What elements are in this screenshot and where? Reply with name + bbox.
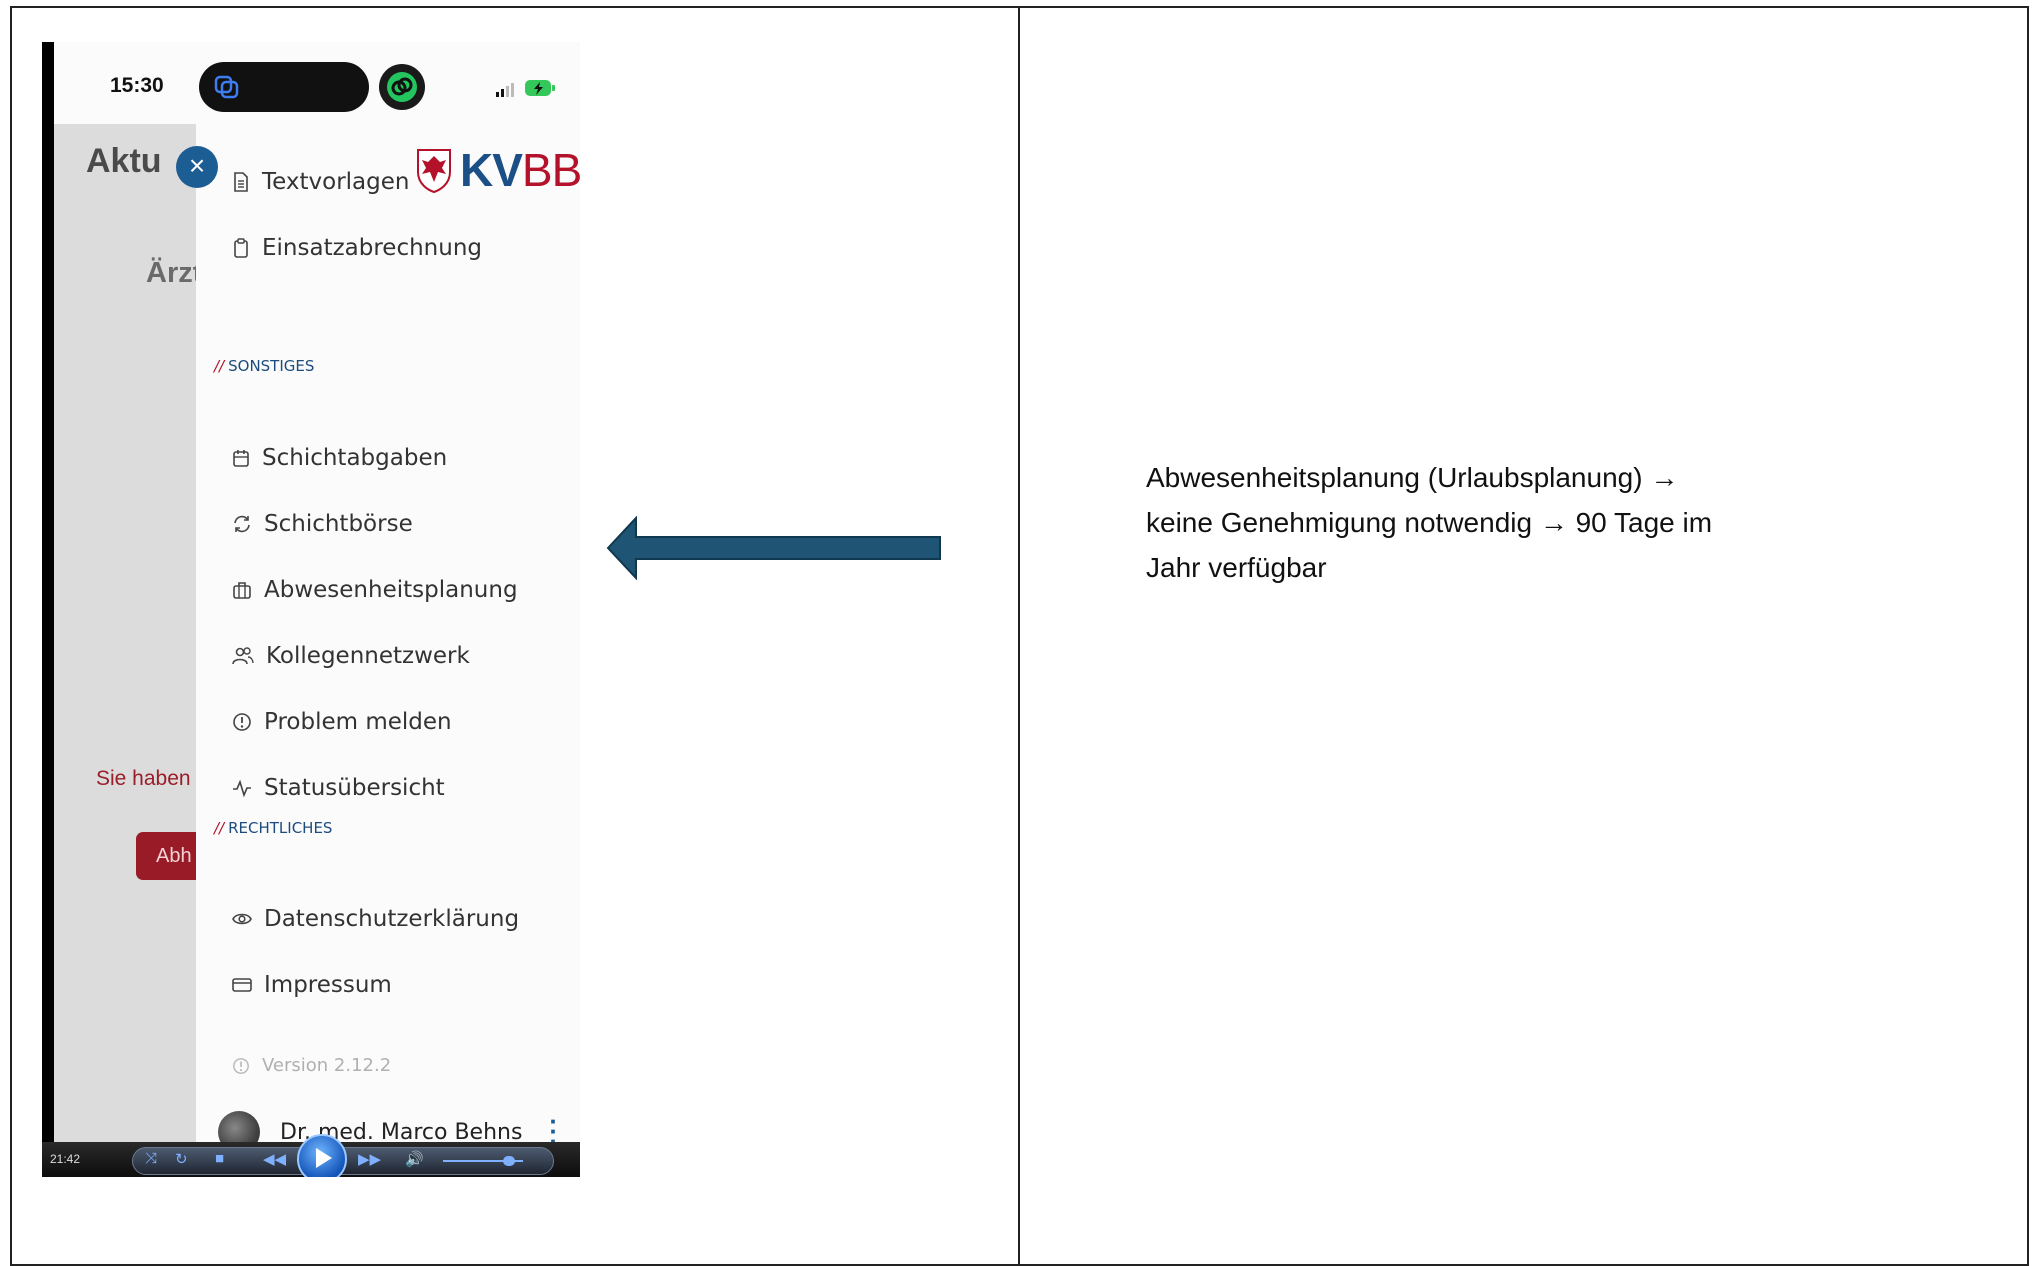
briefcase-icon [233,582,251,599]
shuffle-icon[interactable]: ⤨ [145,1150,157,1167]
close-icon: × [188,150,206,181]
close-drawer-button[interactable]: × [176,146,218,188]
refresh-icon [234,515,250,533]
left-arrow-annotation [606,516,941,580]
menu-item-label: Statusübersicht [264,775,445,801]
menu-item-kollegennetzwerk[interactable]: Kollegennetzwerk [232,636,470,676]
menu-item-einsatzabrechnung[interactable]: Einsatzabrechnung [232,228,482,268]
eagle-crest-icon [417,149,451,194]
menu-item-label: Impressum [264,972,392,998]
logo-bb: BB [521,144,580,196]
play-button[interactable] [297,1134,347,1177]
menu-item-problem-melden[interactable]: Problem melden [232,702,452,742]
card-icon [232,978,252,992]
info-icon [233,1057,249,1074]
users-icon [232,647,254,665]
calendar-icon [233,450,249,467]
background-page-subtitle: Ärzt [146,257,203,289]
status-time: 15:30 [110,74,164,97]
background-notice: Sie haben [96,767,191,790]
menu-item-label: Textvorlagen [262,169,410,195]
status-bar: 15:30 [54,42,580,124]
kvbb-logo: KVBB [414,142,580,198]
volume-icon[interactable]: 🔊 [405,1150,424,1168]
menu-item-label: Problem melden [264,709,452,735]
annotation-line-1: Abwesenheitsplanung (Urlaubsplanung) → [1146,462,1679,493]
table-column-divider [1018,6,1020,1266]
menu-item-label: Schichtabgaben [262,445,448,471]
eye-icon [232,913,252,925]
menu-item-schichtboerse[interactable]: Schichtbörse [232,504,413,544]
phone-screenshot: 15:30 Aktu Ärzt Sie haben Abh × KVBB Tex… [42,42,580,1177]
avatar [218,1111,260,1142]
logo-kv: KV [460,144,523,196]
menu-item-label: Abwesenheitsplanung [264,577,518,603]
version-text: Version 2.12.2 [262,1055,392,1076]
menu-item-label: Datenschutzerklärung [264,906,520,932]
annotation-line-2: keine Genehmigung notwendig → 90 Tage im [1146,507,1713,538]
menu-item-label: Einsatzabrechnung [262,235,483,261]
menu-item-datenschutzerklaerung[interactable]: Datenschutzerklärung [232,899,519,939]
battery-charging-icon [525,80,555,96]
volume-slider-knob[interactable] [503,1156,515,1166]
user-profile-row[interactable]: Dr. med. Marco Behns · · · [218,1108,580,1142]
app-version: Version 2.12.2 [232,1055,391,1076]
rewind-icon[interactable]: ◀◀ [263,1150,286,1168]
clipboard-icon [234,238,248,258]
logo-text: KVBB [460,143,580,197]
menu-item-schichtabgaben[interactable]: Schichtabgaben [232,438,447,478]
player-time: 21:42 [50,1152,81,1166]
linked-app-icon [379,64,425,110]
more-vertical-icon[interactable]: · · · [549,1108,558,1142]
media-player-bar: 21:42 ⤨ ↻ ■ ◀◀ ▶▶ 🔊 [42,1134,580,1177]
menu-item-impressum[interactable]: Impressum [232,965,392,1005]
menu-item-statusuebersicht[interactable]: Statusübersicht [232,768,445,808]
signal-icon [496,83,514,97]
repeat-icon[interactable]: ↻ [175,1150,188,1168]
menu-item-label: Schichtbörse [264,511,413,537]
section-label-rechtliches: //RECHTLICHES [214,819,333,837]
section-label-sonstiges: //SONSTIGES [214,357,315,375]
background-page-title: Aktu [86,142,162,180]
activity-icon [233,779,251,798]
phone-screen: 15:30 Aktu Ärzt Sie haben Abh × KVBB Tex… [54,42,580,1142]
alert-icon [233,713,251,731]
fast-forward-icon[interactable]: ▶▶ [358,1150,381,1168]
menu-item-textvorlagen[interactable]: Textvorlagen [232,162,409,202]
screen-mirror-icon [214,75,239,99]
document-icon [234,172,248,192]
section-label-text: SONSTIGES [228,357,315,375]
annotation-line-3: Jahr verfügbar [1146,552,1327,583]
menu-item-label: Kollegennetzwerk [266,643,470,669]
stop-icon[interactable]: ■ [215,1150,224,1167]
annotation-text: Abwesenheitsplanung (Urlaubsplanung) → k… [1146,455,1766,590]
menu-item-abwesenheitsplanung[interactable]: Abwesenheitsplanung [232,570,518,610]
section-label-text: RECHTLICHES [228,819,333,837]
dynamic-island [199,62,369,112]
